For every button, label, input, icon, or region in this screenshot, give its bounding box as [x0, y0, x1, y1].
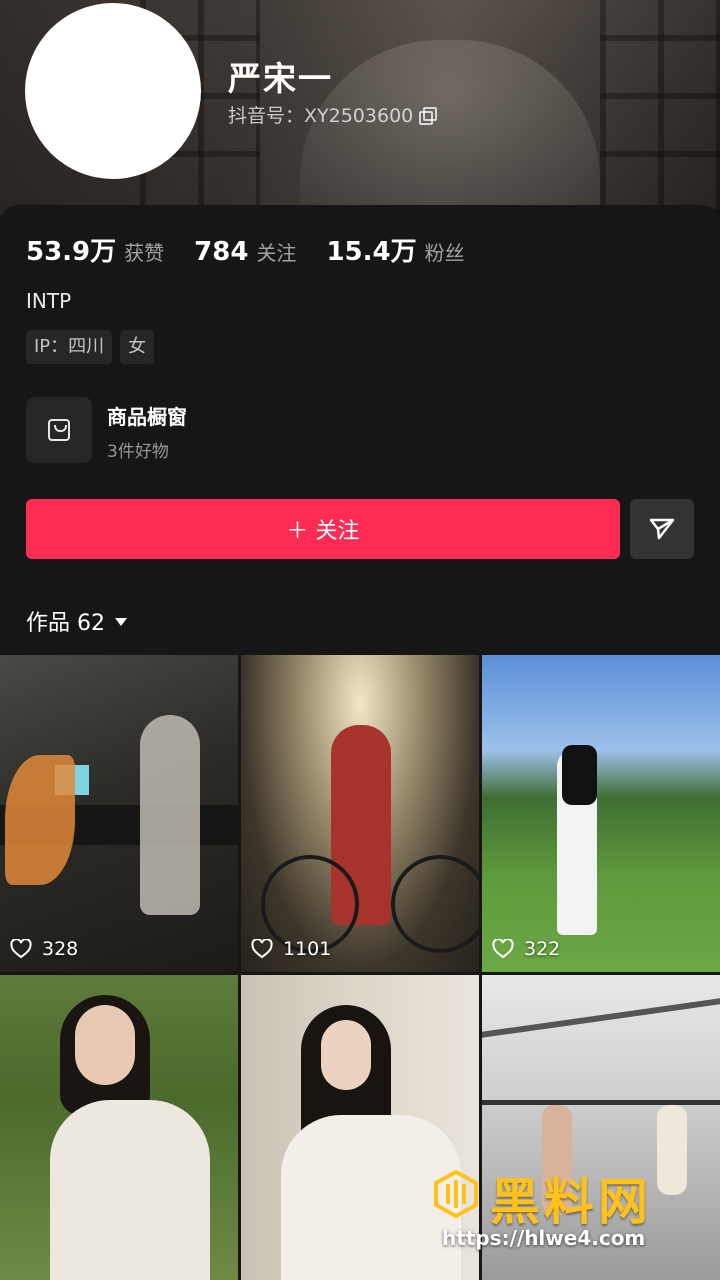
video-likes: 328: [10, 938, 78, 960]
video-thumbnail[interactable]: 328: [0, 655, 238, 972]
video-thumbnail[interactable]: [0, 975, 238, 1280]
heart-icon: [251, 939, 273, 959]
shop-window-entry[interactable]: 商品橱窗 3件好物: [26, 397, 426, 465]
tag-ip-location: IP：四川: [26, 330, 113, 364]
stat-likes[interactable]: 53.9万 获赞: [26, 231, 164, 268]
douyin-id[interactable]: 抖音号：XY2503600: [228, 101, 438, 128]
works-tab[interactable]: 作品 62: [26, 605, 127, 637]
thumbnail-person: [50, 1100, 210, 1280]
douyin-id-text: 抖音号：XY2503600: [228, 105, 414, 127]
copy-icon[interactable]: [419, 106, 438, 125]
site-watermark: 黑料网 https://hlwe4.com: [430, 1162, 710, 1257]
stat-following-label: 关注: [256, 241, 297, 265]
video-thumbnail[interactable]: 1101: [241, 655, 479, 972]
caret-down-icon: [115, 618, 127, 626]
video-likes-count: 1101: [283, 938, 332, 960]
video-likes: 322: [492, 938, 560, 960]
heart-icon: [10, 939, 32, 959]
stat-likes-value: 53.9万: [26, 237, 117, 267]
stat-likes-label: 获赞: [124, 241, 165, 265]
thumbnail-wheel: [391, 855, 479, 953]
bio-text: INTP: [26, 289, 72, 313]
send-icon: [649, 518, 675, 540]
shop-icon-box: [26, 397, 92, 463]
thumbnail-face: [75, 1005, 135, 1085]
share-button[interactable]: [630, 499, 694, 559]
follow-button[interactable]: ＋ 关注: [26, 499, 620, 559]
stat-followers-value: 15.4万: [326, 237, 417, 267]
stat-followers-label: 粉丝: [424, 241, 465, 265]
heart-icon: [492, 939, 514, 959]
profile-tags: IP：四川 女: [26, 330, 155, 364]
thumbnail-image: [482, 655, 720, 972]
watermark-logo-icon: [434, 1170, 478, 1218]
thumbnail-plant: [5, 755, 75, 885]
watermark-url: https://hlwe4.com: [442, 1226, 646, 1250]
works-tab-label: 作品 62: [26, 611, 105, 636]
shopping-bag-icon: [48, 419, 70, 441]
video-likes-count: 328: [42, 938, 79, 960]
stat-following-value: 784: [194, 237, 249, 267]
profile-cover: 严宋一 抖音号：XY2503600: [0, 0, 720, 215]
stats-row: 53.9万 获赞 784 关注 15.4万 粉丝: [26, 231, 495, 268]
shop-title: 商品橱窗: [107, 405, 187, 429]
thumbnail-person: [140, 715, 200, 915]
username: 严宋一: [228, 59, 333, 98]
thumbnail-golfer-top: [562, 745, 597, 805]
profile-card: 53.9万 获赞 784 关注 15.4万 粉丝 INTP IP：四川 女 商品…: [0, 205, 720, 655]
follow-button-label: ＋ 关注: [286, 519, 360, 544]
stat-following[interactable]: 784 关注: [194, 237, 296, 267]
avatar[interactable]: [25, 3, 201, 179]
video-likes: 1101: [251, 938, 331, 960]
thumbnail-face: [321, 1020, 371, 1090]
thumbnail-bar: [482, 1100, 720, 1105]
shop-subtitle: 3件好物: [107, 442, 169, 462]
tag-gender: 女: [120, 330, 155, 364]
video-likes-count: 322: [524, 938, 561, 960]
stat-followers[interactable]: 15.4万 粉丝: [326, 231, 464, 268]
video-thumbnail[interactable]: 322: [482, 655, 720, 972]
watermark-text: 黑料网: [490, 1173, 652, 1231]
